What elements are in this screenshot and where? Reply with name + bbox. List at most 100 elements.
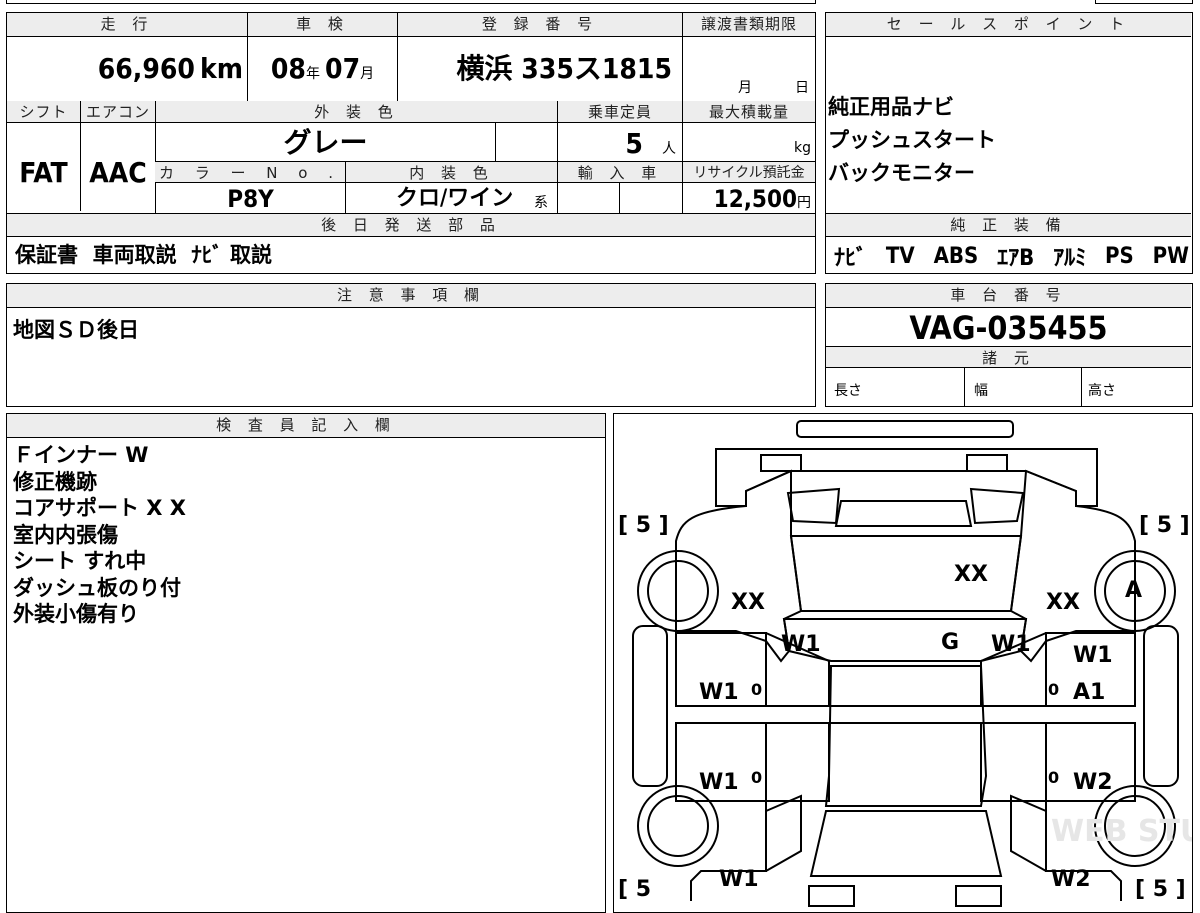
note-line: 室内内張傷 [13, 522, 118, 547]
equipment-item: TV [885, 243, 915, 269]
chassis-value: VAG-035455 [909, 309, 1108, 347]
color-no-cell: P8Y [155, 183, 345, 213]
inspector-notes-panel: 検 査 員 記 入 欄 Ｆインナー W 修正機跡 コアサポート X X 室内内張… [6, 413, 606, 913]
spec-length: 長さ [834, 383, 862, 399]
capacity-cell: 5 人 [557, 123, 682, 161]
max-load-cell: kg [682, 123, 815, 161]
inspection-month: 07 [325, 52, 361, 85]
specs-row: 長さ 幅 高さ [826, 368, 1191, 406]
tire-tread-lr: [ 5 [618, 877, 651, 902]
top-sliver-right [1095, 0, 1193, 4]
shift-label: シフト [7, 101, 80, 123]
tire-tread-lf: [ 5 ] [618, 513, 669, 538]
specs-label: 諸 元 [826, 346, 1191, 368]
aircon-value: AAC [89, 156, 147, 189]
damage-right-rear-quarter: W2 [1051, 867, 1091, 892]
recycle-value: 12,500 [713, 185, 797, 213]
damage-left-front-fender: XX [731, 590, 765, 615]
damage-hood: XX [954, 562, 988, 587]
color-no-label: カ ラ ー N o . [155, 161, 345, 183]
sales-point-panel: セ ー ル ス ポ イ ン ト 純正用品ナビ プッシュスタート バックモニター … [825, 12, 1193, 274]
shift-cell: FAT [7, 123, 80, 211]
top-sliver [6, 0, 816, 4]
equipment-item: PS [1104, 243, 1134, 269]
registration-cell: 横浜 335ス1815 [397, 37, 682, 101]
chassis-label: 車 台 番 号 [826, 284, 1191, 308]
note-line: シート すれ中 [13, 549, 147, 573]
equipment-item: PW [1152, 243, 1189, 269]
later-parts-label: 後 日 発 送 部 品 [7, 213, 815, 237]
sales-point-list: 純正用品ナビ プッシュスタート バックモニター [828, 91, 1188, 190]
spec-height: 高さ [1088, 383, 1116, 399]
note-line: 外装小傷有り [13, 602, 139, 626]
transfer-deadline-label: 譲渡書類期限 [682, 13, 815, 37]
recycle-cell: 12,500円 [682, 183, 815, 213]
equipment-item: ｱﾙﾐ [1053, 246, 1087, 271]
note-line: 修正機跡 [13, 469, 97, 494]
damage-right-front-upper: W1 [1073, 643, 1113, 668]
inspection-year: 08 [270, 52, 306, 85]
note-line: Ｆインナー W [13, 443, 149, 467]
exterior-color-extra [495, 123, 557, 161]
mileage-cell: 66,960 km [7, 37, 247, 101]
max-load-label: 最大積載量 [682, 101, 815, 123]
sales-point-item: バックモニター [828, 161, 975, 185]
damage-right-rear-door: W2 [1073, 770, 1113, 795]
spec-width: 幅 [974, 383, 988, 399]
color-no-value: P8Y [227, 185, 274, 213]
inspection-label: 車 検 [247, 13, 397, 37]
mark-zero: 0 [751, 680, 762, 699]
shift-value: FAT [19, 156, 68, 189]
import-cell-b [619, 183, 682, 213]
tire-tread-rr: [ 5 ] [1135, 877, 1186, 902]
equipment-item: ﾅﾋﾞ [834, 246, 868, 271]
caution-panel: 注 意 事 項 欄 地図ＳＤ後日 [6, 283, 816, 407]
damage-right-front-wheel: A [1125, 578, 1142, 603]
inspector-notes-lines: Ｆインナー W 修正機跡 コアサポート X X 室内内張傷 シート すれ中 ダッ… [13, 442, 593, 628]
aircon-cell: AAC [80, 123, 155, 211]
damage-left-front-door: W1 [699, 680, 739, 705]
mark-zero: 0 [1048, 680, 1059, 699]
damage-left-rear-door: W1 [699, 770, 739, 795]
vehicle-info-table: 走 行 車 検 登 録 番 号 譲渡書類期限 66,960 km 08年 07月… [6, 12, 816, 274]
car-diagram-panel: WEB STUDIO PRO [ 5 ] [ 5 ] [ 5 [ 5 ] XX … [613, 413, 1193, 913]
later-parts-value: 保証書 車両取説 ﾅﾋﾞ 取説 [15, 243, 273, 267]
sales-point-item: プッシュスタート [828, 128, 996, 152]
import-cell-a [557, 183, 619, 213]
exterior-color-label: 外 装 色 [155, 101, 557, 123]
genuine-equipment-label: 純 正 装 備 [826, 213, 1191, 237]
capacity-value: 5 [625, 127, 643, 160]
damage-right-a-pillar: W1 [991, 632, 1031, 657]
watermark: WEB STUDIO PRO [1051, 814, 1192, 849]
sales-point-item: 純正用品ナビ [828, 95, 954, 119]
damage-roof: G [941, 630, 959, 655]
capacity-label: 乗車定員 [557, 101, 682, 123]
damage-right-front-fender: XX [1046, 590, 1080, 615]
mileage-unit: km [200, 52, 243, 85]
sales-point-label: セ ー ル ス ポ イ ン ト [826, 13, 1191, 37]
exterior-color-value: グレー [283, 126, 368, 159]
mileage-value: 66,960 [97, 52, 195, 85]
genuine-equipment-list: ﾅﾋﾞ TV ABS ｴｱB ｱﾙﾐ PS PW [834, 239, 1189, 273]
aircon-label: エアコン [80, 101, 155, 123]
mark-zero: 0 [1048, 768, 1059, 787]
import-label: 輸 入 車 [557, 161, 682, 183]
mileage-label: 走 行 [7, 13, 247, 37]
recycle-label: リサイクル預託金 [682, 161, 815, 183]
car-diagram: WEB STUDIO PRO [ 5 ] [ 5 ] [ 5 [ 5 ] XX … [618, 420, 1192, 907]
interior-color-cell: クロ/ワイン 系 [345, 183, 557, 213]
tire-tread-rf: [ 5 ] [1139, 513, 1190, 538]
inspector-notes-label: 検 査 員 記 入 欄 [7, 414, 605, 438]
caution-value: 地図ＳＤ後日 [13, 318, 139, 342]
registration-label: 登 録 番 号 [397, 13, 682, 37]
registration-value: 横浜 335ス1815 [456, 52, 672, 85]
damage-left-a-pillar: W1 [781, 632, 821, 657]
equipment-item: ｴｱB [997, 246, 1035, 271]
damage-left-rear-quarter: W1 [719, 867, 759, 892]
transfer-deadline-cell: 月 日 [682, 37, 815, 101]
chassis-panel: 車 台 番 号 VAG-035455 諸 元 長さ 幅 高さ [825, 283, 1193, 407]
interior-color-label: 内 装 色 [345, 161, 557, 183]
mark-zero: 0 [751, 768, 762, 787]
caution-label: 注 意 事 項 欄 [7, 284, 815, 308]
note-line: ダッシュ板のり付 [13, 575, 181, 600]
